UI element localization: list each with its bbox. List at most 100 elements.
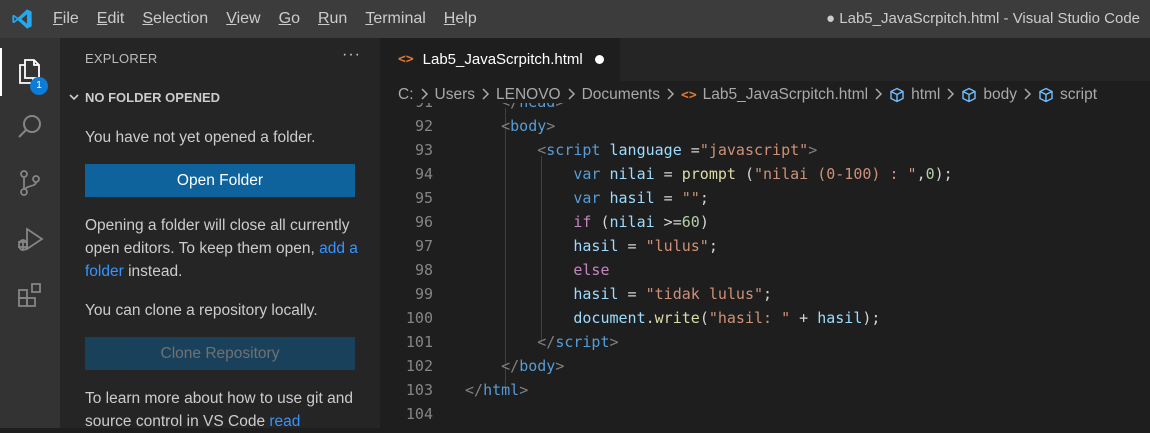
line-number: 99: [414, 285, 433, 303]
section-title: NO FOLDER OPENED: [85, 89, 221, 105]
search-icon: [15, 112, 45, 145]
close-editors-message: Opening a folder will close all currentl…: [85, 214, 365, 283]
breadcrumb-item[interactable]: body: [961, 86, 1017, 104]
symbol-field-icon: [889, 87, 905, 103]
chevron-right-icon: [1023, 87, 1032, 103]
extensions-activity-button[interactable]: [0, 268, 60, 324]
code-token: =: [654, 165, 682, 183]
explorer-activity-button[interactable]: 1: [0, 44, 60, 100]
menu-label: iew: [236, 10, 261, 27]
breadcrumb-label: script: [1060, 86, 1098, 103]
source-control-activity-button[interactable]: [0, 156, 60, 212]
menu-item-terminal[interactable]: Terminal: [356, 0, 434, 38]
line-number: 93: [414, 141, 433, 159]
line-source: </head>: [465, 103, 564, 114]
breadcrumb-item[interactable]: html: [889, 86, 940, 104]
open-folder-button[interactable]: Open Folder: [85, 164, 355, 197]
code-token: "hasil: ": [708, 309, 791, 327]
source-control-icon: [15, 168, 45, 201]
breadcrumb-item[interactable]: Documents: [582, 86, 660, 104]
code-line: 91 </head>: [380, 103, 1150, 114]
code-token: var: [573, 165, 601, 183]
code-editor[interactable]: 91 </head>92 <body>93 <script language =…: [380, 103, 1150, 428]
code-line: 98 else: [380, 258, 1150, 282]
menu-item-file[interactable]: File: [44, 0, 88, 38]
window-title: ● Lab5_JavaScrpitch.html - Visual Studio…: [826, 10, 1140, 27]
menu-mnemonic: E: [96, 10, 108, 27]
breadcrumb-item[interactable]: Users: [435, 86, 475, 104]
menu-label: election: [153, 10, 209, 27]
symbol-field-icon: [961, 87, 977, 103]
html-file-icon: <>: [398, 52, 414, 67]
code-token: );: [934, 165, 953, 183]
code-token: var: [573, 189, 601, 207]
line-source: if (nilai >=60): [465, 210, 709, 234]
menu-mnemonic: G: [278, 10, 292, 27]
breadcrumb-label: Documents: [581, 86, 660, 103]
code-line: 95 var hasil = "";: [380, 186, 1150, 210]
code-token: write: [654, 309, 700, 327]
breadcrumb-label: body: [983, 86, 1017, 103]
code-token: .: [645, 309, 655, 327]
code-token: ;: [763, 285, 773, 303]
line-source: document.write("hasil: " + hasil);: [465, 306, 880, 330]
menu-bar: File Edit Selection View Go Run Terminal Help: [44, 0, 486, 38]
breadcrumb-label: Lab5_JavaScrpitch.html: [702, 86, 869, 103]
code-token: head: [519, 103, 555, 111]
search-activity-button[interactable]: [0, 100, 60, 156]
line-number: 92: [414, 117, 433, 135]
breadcrumb-label: C:: [398, 86, 414, 103]
breadcrumb-item[interactable]: script: [1038, 86, 1097, 104]
code-token: =: [618, 285, 646, 303]
menu-item-run[interactable]: Run: [309, 0, 356, 38]
code-token: </: [465, 381, 484, 399]
menu-label: ile: [62, 10, 79, 27]
no-folder-section-header[interactable]: NO FOLDER OPENED: [64, 86, 374, 108]
menu-item-view[interactable]: View: [217, 0, 269, 38]
line-number: 91: [380, 103, 433, 114]
code-token: language: [609, 141, 682, 159]
symbol-field-icon: [1038, 87, 1054, 103]
menu-item-go[interactable]: Go: [270, 0, 309, 38]
code-token: ): [699, 213, 709, 231]
menu-mnemonic: S: [142, 10, 154, 27]
clone-repository-button[interactable]: Clone Repository: [85, 337, 355, 370]
code-token: </: [537, 333, 556, 351]
code-token: hasil: [573, 285, 619, 303]
explorer-badge: 1: [30, 77, 48, 95]
unsaved-dot-icon[interactable]: [594, 55, 604, 64]
code-token: );: [862, 309, 881, 327]
menu-item-selection[interactable]: Selection: [133, 0, 217, 38]
line-number: 96: [414, 213, 433, 231]
code-token: "tidak lulus": [645, 285, 764, 303]
code-token: "javascript": [699, 141, 809, 159]
code-line: 104: [380, 402, 1150, 426]
code-token: document: [573, 309, 646, 327]
code-line: 99 hasil = "tidak lulus";: [380, 282, 1150, 306]
code-token: <: [501, 117, 511, 135]
code-token: (: [591, 213, 610, 231]
tab-label: Lab5_JavaScrpitch.html: [422, 51, 583, 68]
code-token: 60: [681, 213, 700, 231]
read-docs-link[interactable]: read: [269, 413, 300, 430]
learn-git-text: To learn more about how to use git and s…: [85, 390, 353, 430]
run-debug-activity-button[interactable]: [0, 212, 60, 268]
breadcrumb-item[interactable]: C:: [398, 86, 414, 104]
code-token: >: [609, 333, 619, 351]
code-token: 0: [925, 165, 935, 183]
breadcrumb-item[interactable]: <> Lab5_JavaScrpitch.html: [681, 86, 868, 104]
line-source: var nilai = prompt ("nilai (0-100) : ",0…: [465, 162, 953, 186]
more-actions-icon[interactable]: ···: [342, 46, 361, 64]
code-token: <: [537, 141, 547, 159]
code-line: 97 hasil = "lulus";: [380, 234, 1150, 258]
code-line: 96 if (nilai >=60): [380, 210, 1150, 234]
line-source: <body>: [465, 114, 555, 138]
code-line: 93 <script language ="javascript">: [380, 138, 1150, 162]
line-number: 97: [414, 237, 433, 255]
clone-message: You can clone a repository locally.: [85, 302, 318, 319]
breadcrumb-item[interactable]: LENOVO: [496, 86, 561, 104]
tab-lab5-javascrpitch[interactable]: <> Lab5_JavaScrpitch.html: [380, 38, 620, 81]
menu-item-help[interactable]: Help: [435, 0, 486, 38]
menu-item-edit[interactable]: Edit: [88, 0, 134, 38]
